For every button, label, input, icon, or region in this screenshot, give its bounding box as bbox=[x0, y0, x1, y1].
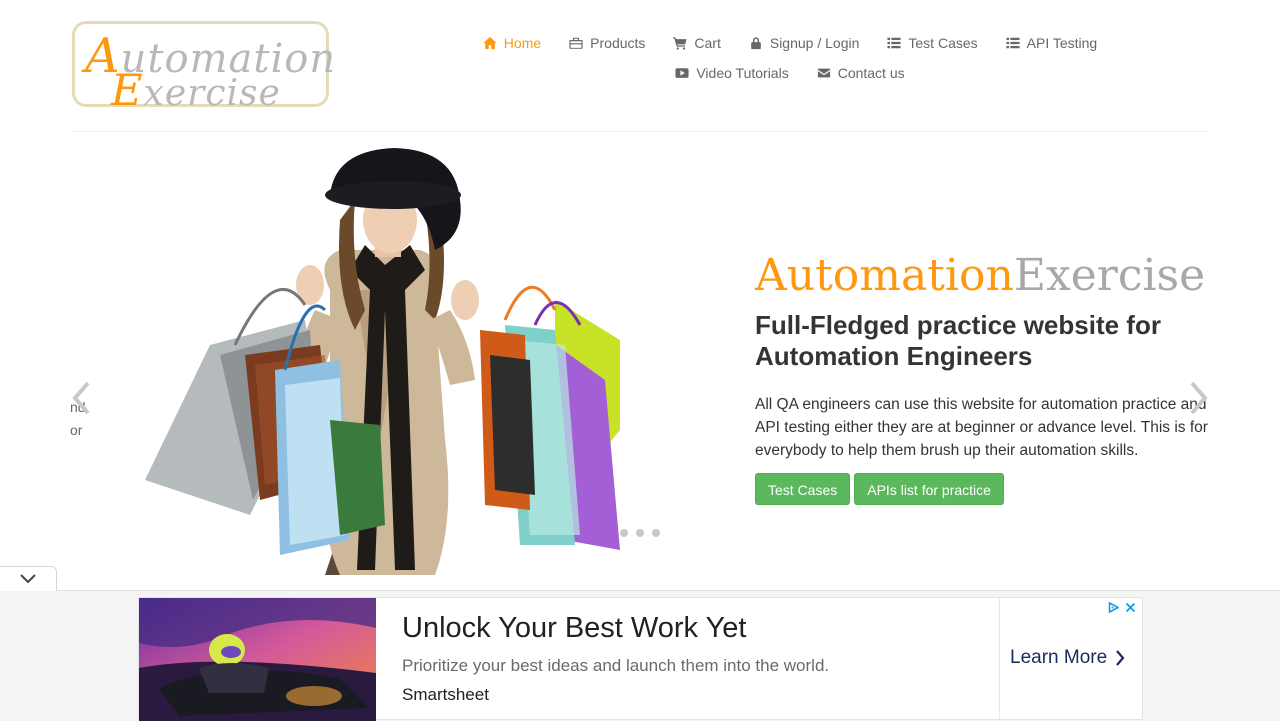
home-icon bbox=[483, 36, 497, 50]
nav-products[interactable]: Products bbox=[569, 35, 645, 51]
site-logo[interactable]: Automation Exercise bbox=[72, 21, 335, 116]
ad-collapse-button[interactable] bbox=[0, 566, 57, 591]
learn-more-label: Learn More bbox=[1010, 647, 1108, 668]
nav-home[interactable]: Home bbox=[483, 35, 541, 51]
cart-icon bbox=[673, 36, 687, 50]
youtube-play-icon bbox=[675, 66, 689, 80]
chevron-left-icon bbox=[72, 381, 90, 415]
ad-title[interactable]: Unlock Your Best Work Yet bbox=[402, 612, 746, 645]
nav-cart-label: Cart bbox=[694, 35, 721, 51]
advertisement[interactable]: Unlock Your Best Work Yet Prioritize you… bbox=[138, 597, 1143, 721]
close-ad-icon[interactable] bbox=[1125, 600, 1136, 613]
list-icon bbox=[887, 36, 901, 50]
adchoices-icon[interactable] bbox=[1108, 600, 1120, 614]
nav-contact-us[interactable]: Contact us bbox=[817, 65, 905, 81]
brand-title-part-1: Automation bbox=[755, 250, 1014, 301]
logo-line-2: Exercise bbox=[111, 66, 281, 116]
nav-home-label: Home bbox=[503, 35, 542, 51]
nav-cart[interactable]: Cart bbox=[673, 35, 721, 51]
main-nav: Home Products Cart Signup / Login Test C… bbox=[470, 28, 1110, 88]
slide-buttons: Test Cases APIs list for practice bbox=[755, 473, 1004, 505]
carousel-next-button[interactable] bbox=[1186, 380, 1210, 416]
nav-test-cases-label: Test Cases bbox=[908, 35, 978, 51]
carousel-indicator-2[interactable] bbox=[636, 529, 644, 537]
chevron-right-icon bbox=[1116, 650, 1125, 666]
hero-carousel: nd or AutomationExercise Full-Fledged pr… bbox=[70, 132, 1210, 582]
nav-signup-login-label: Signup / Login bbox=[769, 35, 860, 51]
ad-brand: Smartsheet bbox=[402, 685, 489, 704]
brand-title-part-2: Exercise bbox=[1013, 250, 1206, 301]
prev-slide-text-line-2: or bbox=[70, 422, 83, 438]
ad-image bbox=[139, 598, 376, 721]
slide-description: All QA engineers can use this website fo… bbox=[755, 396, 1208, 459]
nav-api-testing-label: API Testing bbox=[1026, 35, 1098, 51]
ad-controls bbox=[1108, 600, 1136, 614]
nav-video-tutorials-label: Video Tutorials bbox=[696, 65, 789, 81]
lock-icon bbox=[749, 36, 763, 50]
carousel-indicator-1[interactable] bbox=[620, 529, 628, 537]
envelope-icon bbox=[817, 66, 831, 80]
nav-products-label: Products bbox=[590, 35, 646, 51]
slide-headline: Full-Fledged practice website for Automa… bbox=[755, 310, 1161, 371]
slide-brand-title: AutomationExercise bbox=[755, 250, 1205, 301]
list-icon bbox=[1006, 36, 1020, 50]
nav-signup-login[interactable]: Signup / Login bbox=[749, 35, 860, 51]
chevron-down-icon bbox=[20, 574, 36, 584]
nav-contact-us-label: Contact us bbox=[837, 65, 905, 81]
test-cases-button[interactable]: Test Cases bbox=[755, 473, 851, 505]
chevron-right-icon bbox=[1190, 381, 1208, 415]
carousel-indicator-3[interactable] bbox=[652, 529, 660, 537]
carousel-prev-button[interactable] bbox=[70, 380, 94, 416]
nav-test-cases[interactable]: Test Cases bbox=[887, 35, 978, 51]
apis-list-button[interactable]: APIs list for practice bbox=[854, 473, 1004, 505]
ad-subtitle: Prioritize your best ideas and launch th… bbox=[402, 656, 830, 675]
hero-shopping-girl-image bbox=[145, 148, 620, 575]
nav-video-tutorials[interactable]: Video Tutorials bbox=[675, 65, 789, 81]
briefcase-icon bbox=[569, 36, 583, 50]
ad-cta-area: Learn More bbox=[999, 598, 1143, 719]
carousel-indicators bbox=[620, 529, 660, 537]
nav-api-testing[interactable]: API Testing bbox=[1006, 35, 1098, 51]
learn-more-button[interactable]: Learn More bbox=[1010, 647, 1125, 669]
